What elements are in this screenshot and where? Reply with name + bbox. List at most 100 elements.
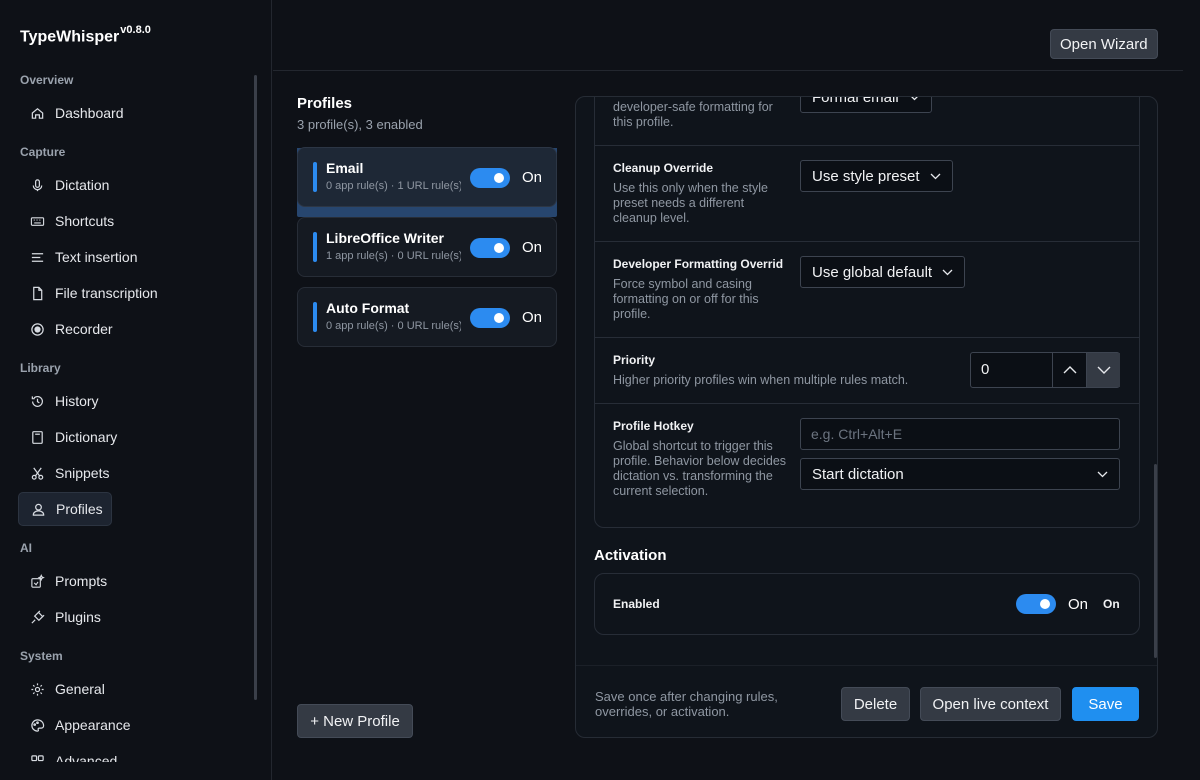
scissors-icon: [31, 467, 44, 480]
cleanup-override-description: Use this only when the style preset need…: [613, 181, 768, 225]
palette-icon: [31, 718, 45, 732]
sidebar-item-advanced[interactable]: Advanced: [18, 744, 117, 762]
sidebar-item-recorder[interactable]: Recorder: [18, 312, 113, 346]
section-label-capture: Capture: [20, 145, 66, 159]
sidebar-item-label: File transcription: [55, 285, 158, 301]
detail-scrollbar[interactable]: [1154, 464, 1157, 658]
profile-toggle[interactable]: [470, 238, 510, 258]
sidebar-item-label: Plugins: [55, 609, 101, 625]
sidebar-item-dictation[interactable]: Dictation: [18, 168, 112, 202]
profile-name: Auto Format: [326, 300, 410, 316]
profile-toggle[interactable]: [470, 168, 510, 188]
chevron-down-icon: [942, 269, 953, 275]
chevron-up-icon: [1063, 366, 1076, 374]
chevron-down-icon: [930, 173, 941, 179]
profile-hotkey-title: Profile Hotkey: [613, 419, 694, 433]
sidebar-item-plugins[interactable]: Plugins: [18, 600, 112, 634]
priority-value: 0: [981, 361, 990, 378]
priority-title: Priority: [613, 353, 656, 367]
open-wizard-button[interactable]: Open Wizard: [1050, 29, 1158, 59]
profile-toggle[interactable]: [470, 308, 510, 328]
priority-description: Higher priority profiles win when multip…: [613, 373, 909, 387]
sidebar-item-label: Shortcuts: [55, 213, 115, 229]
save-button[interactable]: Save: [1072, 687, 1139, 721]
priority-stepper[interactable]: 0: [970, 352, 1120, 388]
style-preset-select[interactable]: Formal email: [800, 96, 932, 113]
section-label-overview: Overview: [20, 73, 74, 87]
activation-title: Activation: [594, 547, 667, 564]
section-label-library: Library: [20, 361, 61, 375]
delete-button[interactable]: Delete: [841, 687, 910, 721]
enabled-toggle[interactable]: [1016, 594, 1056, 614]
profile-accent-bar: [313, 302, 317, 332]
sidebar-item-file-transcription[interactable]: File transcription: [18, 276, 158, 310]
sidebar-item-appearance[interactable]: Appearance: [18, 708, 131, 742]
profile-meta: 0 app rule(s) · 0 URL rule(s): [326, 320, 461, 332]
row-divider: [595, 403, 1139, 404]
enabled-state-badge: On: [1103, 597, 1120, 611]
advanced-icon: [31, 754, 44, 761]
sidebar-item-label: General: [55, 681, 105, 697]
profile-name: Email: [326, 160, 364, 176]
profile-name: LibreOffice Writer: [326, 230, 444, 246]
new-profile-button[interactable]: + New Profile: [297, 704, 413, 738]
profile-card-auto-format[interactable]: Auto Format 0 app rule(s) · 0 URL rule(s…: [297, 287, 557, 347]
sidebar-item-dashboard[interactable]: Dashboard: [18, 96, 124, 130]
open-live-context-button[interactable]: Open live context: [920, 687, 1061, 721]
sidebar-item-shortcuts[interactable]: Shortcuts: [18, 204, 115, 238]
keyboard-icon: [30, 216, 45, 226]
app-version: v0.8.0: [120, 24, 151, 36]
sidebar-nav: Overview Dashboard Capture Dictation Sho…: [0, 66, 258, 762]
profile-toggle-label: On: [522, 309, 543, 326]
file-icon: [33, 286, 43, 300]
section-label-system: System: [20, 649, 63, 663]
sidebar-item-snippets[interactable]: Snippets: [18, 456, 112, 490]
sidebar-item-label: Profiles: [56, 501, 103, 517]
activation-box: Enabled On On: [594, 573, 1140, 635]
sidebar-item-general[interactable]: General: [18, 672, 112, 706]
enabled-toggle-label: On: [1068, 596, 1089, 613]
sidebar-item-text-insertion[interactable]: Text insertion: [18, 240, 137, 274]
priority-decrement-button[interactable]: [1086, 353, 1120, 387]
profile-settings-box: developer-safe formatting for this profi…: [594, 96, 1140, 528]
gear-icon: [31, 682, 44, 696]
profile-accent-bar: [313, 232, 317, 262]
enabled-label: Enabled: [613, 597, 660, 611]
style-preset-value: Formal email: [812, 96, 899, 106]
style-preset-description: developer-safe formatting for this profi…: [613, 100, 773, 129]
home-icon: [31, 107, 44, 119]
row-divider: [595, 241, 1139, 242]
hotkey-input[interactable]: [800, 418, 1120, 450]
profiles-summary: 3 profile(s), 3 enabled: [297, 117, 423, 132]
footer-divider: [576, 665, 1157, 666]
sidebar-scrollbar[interactable]: [254, 75, 257, 700]
sidebar-item-dictionary[interactable]: Dictionary: [18, 420, 117, 454]
chevron-down-icon: [1097, 366, 1110, 374]
save-note: Save once after changing rules, override…: [595, 689, 778, 719]
plug-icon: [31, 610, 45, 624]
sidebar-item-label: Dictation: [55, 177, 110, 193]
profile-card-libreoffice-writer[interactable]: LibreOffice Writer 1 app rule(s) · 0 URL…: [297, 217, 557, 277]
prompt-icon: [31, 573, 45, 588]
sidebar: TypeWhisperv0.8.0 Overview Dashboard Cap…: [0, 0, 272, 780]
developer-formatting-description: Force symbol and casing formatting on or…: [613, 277, 759, 321]
chevron-down-icon: [1097, 471, 1108, 477]
sidebar-item-profiles[interactable]: Profiles: [18, 492, 112, 526]
app-brand: TypeWhisperv0.8.0: [20, 24, 151, 46]
priority-increment-button[interactable]: [1052, 353, 1086, 387]
developer-formatting-select[interactable]: Use global default: [800, 256, 966, 288]
book-icon: [32, 430, 43, 444]
sidebar-item-label: Dictionary: [55, 429, 118, 445]
profile-card-email[interactable]: Email 0 app rule(s) · 1 URL rule(s) On: [297, 147, 557, 207]
header-divider: [273, 70, 1183, 71]
cleanup-override-value: Use style preset: [812, 167, 920, 185]
sidebar-item-label: Appearance: [55, 717, 131, 733]
sidebar-item-history[interactable]: History: [18, 384, 112, 418]
hotkey-behavior-value: Start dictation: [812, 465, 904, 483]
hotkey-behavior-select[interactable]: Start dictation: [800, 458, 1120, 490]
text-lines-icon: [31, 252, 44, 262]
cleanup-override-select[interactable]: Use style preset: [800, 160, 953, 192]
sidebar-item-prompts[interactable]: Prompts: [18, 564, 112, 598]
row-divider: [595, 337, 1139, 338]
user-icon: [32, 503, 45, 516]
